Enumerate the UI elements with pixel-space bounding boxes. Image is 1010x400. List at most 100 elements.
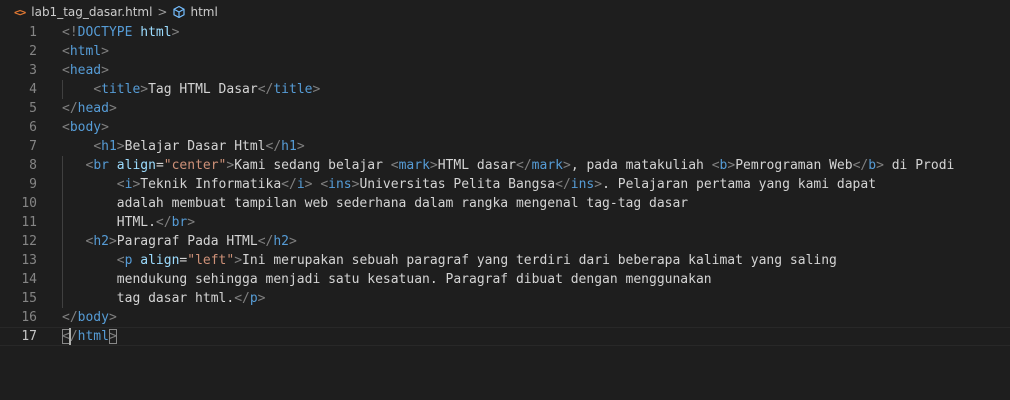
code-token: ins [328, 177, 352, 192]
code-line[interactable]: 2 <html> [0, 42, 1010, 61]
code-line[interactable]: 5 </head> [0, 99, 1010, 118]
code-text: <head> [62, 61, 109, 80]
code-token: mark [398, 158, 430, 173]
code-token: < [62, 44, 70, 59]
code-token: > [429, 158, 438, 173]
code-line[interactable]: 12 <h2>Paragraf Pada HTML</h2> [0, 232, 1010, 251]
code-token: Universitas Pelita Bangsa [359, 177, 556, 192]
code-token: </ [281, 177, 297, 192]
code-text: HTML.</br> [62, 213, 195, 232]
code-token: > [101, 120, 109, 135]
code-line[interactable]: 9 <i>Teknik Informatika</i> <ins>Univers… [0, 175, 1010, 194]
code-token: html [77, 329, 109, 344]
text-cursor [68, 328, 71, 345]
code-token: HTML. [62, 215, 156, 230]
code-token: > [101, 44, 109, 59]
code-token: head [69, 63, 102, 78]
line-number: 1 [29, 25, 37, 40]
code-token: h2 [273, 234, 289, 249]
bracket-match: > [108, 329, 117, 344]
code-token: HTML dasar [437, 158, 517, 173]
code-token: Belajar Dasar Html [124, 139, 266, 154]
code-token: mendukung sehingga menjadi satu kesatuan… [62, 272, 712, 287]
code-token: b [868, 158, 877, 173]
code-line[interactable]: 7 <h1>Belajar Dasar Html</h1> [0, 137, 1010, 156]
code-line[interactable]: 3 <head> [0, 61, 1010, 80]
indent-guide [62, 156, 63, 308]
code-token: h1 [281, 139, 297, 154]
code-token: head [77, 101, 109, 116]
code-line[interactable]: 4 <title>Tag HTML Dasar</title> [0, 80, 1010, 99]
code-token: ins [570, 177, 595, 192]
code-line[interactable]: 17 </html> [0, 327, 1010, 346]
line-number: 5 [29, 101, 37, 116]
line-number: 8 [29, 158, 37, 173]
code-token: > [108, 234, 117, 249]
code-line[interactable]: 6 <body> [0, 118, 1010, 137]
code-token: p [249, 291, 258, 306]
code-token: > [296, 139, 305, 154]
line-number: 10 [21, 196, 37, 211]
code-token: h1 [101, 139, 117, 154]
code-token: Teknik Informatika [140, 177, 282, 192]
breadcrumb-symbol[interactable]: html [190, 5, 217, 19]
code-token: > [116, 139, 125, 154]
code-text: <h1>Belajar Dasar Html</h1> [62, 137, 305, 156]
code-text: < br align="center" > Kami sedang belajar <… [62, 156, 954, 175]
code-text: <body> [62, 118, 109, 137]
code-editor[interactable]: 1 <!DOCTYPE html> 2 <html> 3 <head> 4 <title>T… [0, 23, 1010, 400]
code-line[interactable]: 16 </body> [0, 308, 1010, 327]
line-number: 2 [29, 44, 37, 59]
code-token: > [140, 82, 149, 97]
code-token: body [69, 120, 102, 135]
line-number: 9 [29, 177, 37, 192]
code-token: < [116, 253, 125, 268]
code-token: > [101, 63, 109, 78]
code-token: > [171, 25, 180, 40]
code-line[interactable]: 10 adalah membuat tampilan web sederhana… [0, 194, 1010, 213]
line-number: 15 [21, 291, 37, 306]
code-token: < [93, 82, 102, 97]
code-token: Ini merupakan sebuah paragraf yang terdi… [242, 253, 837, 268]
code-token: h2 [93, 234, 109, 249]
code-text: <h2>Paragraf Pada HTML</h2> [62, 232, 297, 251]
code-text: <!DOCTYPE html> [62, 23, 179, 42]
line-number: 14 [21, 272, 37, 287]
code-line[interactable]: 15 tag dasar html.</p> [0, 289, 1010, 308]
code-token: align [140, 253, 180, 268]
code-token: </ [555, 177, 571, 192]
code-token: title [273, 82, 313, 97]
code-text: <title>Tag HTML Dasar</title> [62, 80, 320, 99]
code-text: mendukung sehingga menjadi satu kesatuan… [62, 270, 712, 289]
code-text: </head> [62, 99, 117, 118]
code-token: </ [257, 234, 274, 249]
line-number: 6 [29, 120, 37, 135]
code-token: body [77, 310, 109, 325]
code-token: Kami sedang belajar [234, 158, 391, 173]
code-token: > [594, 177, 603, 192]
code-line[interactable]: 1 <!DOCTYPE html> [0, 23, 1010, 42]
line-number: 3 [29, 63, 37, 78]
code-line[interactable]: 14 mendukung sehingga menjadi satu kesat… [0, 270, 1010, 289]
code-token: < [320, 177, 329, 192]
code-token: . Pelajaran pertama yang kami dapat [602, 177, 877, 192]
code-token: </ [852, 158, 869, 173]
code-token: </ [62, 101, 78, 116]
code-token: > [289, 234, 297, 249]
code-token: < [711, 158, 720, 173]
code-token: > [234, 253, 243, 268]
code-token: "center" [163, 158, 227, 173]
code-line[interactable]: 13 <p align="left">Ini merupakan sebuah … [0, 251, 1010, 270]
code-token: br [93, 158, 109, 173]
breadcrumb-file[interactable]: lab1_tag_dasar.html [31, 5, 152, 19]
code-line[interactable]: 8 < br align="center" > Kami sedang belajar… [0, 156, 1010, 175]
code-text: adalah membuat tampilan web sederhana da… [62, 194, 688, 213]
code-line[interactable]: 11 HTML.</br> [0, 213, 1010, 232]
